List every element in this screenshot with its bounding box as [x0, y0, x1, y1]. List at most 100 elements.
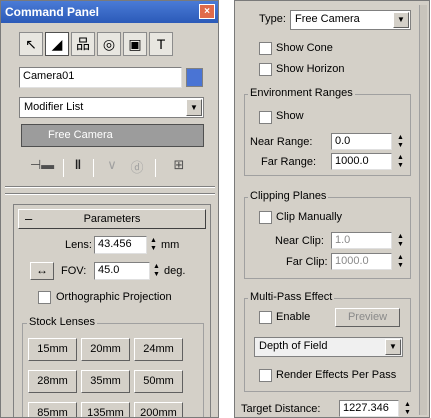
spinner-down-icon[interactable]: ▼	[395, 262, 406, 270]
parameters-title: Parameters	[83, 213, 141, 225]
spinner-down-icon[interactable]: ▼	[402, 409, 413, 417]
modifier-stack-item[interactable]: Free Camera	[21, 124, 204, 147]
spinner-down-icon[interactable]: ▼	[395, 162, 406, 170]
multipass-enable-label: Enable	[276, 311, 311, 323]
camera-type-dropdown[interactable]: Free Camera ▼	[290, 10, 411, 30]
tab-hierarchy[interactable]: 品	[71, 32, 95, 56]
fov-spinner[interactable]: ▲ ▼	[151, 263, 162, 279]
hierarchy-icon: 品	[76, 36, 90, 52]
fov-label: FOV:	[61, 265, 87, 277]
spinner-up-icon[interactable]: ▲	[148, 237, 159, 245]
stock-lens-button[interactable]: 135mm	[81, 402, 130, 417]
spinner-up-icon[interactable]: ▲	[151, 263, 162, 271]
multipass-effect-value: Depth of Field	[259, 340, 328, 352]
scrollbar[interactable]	[419, 5, 427, 415]
spinner-down-icon[interactable]: ▼	[395, 241, 406, 249]
stock-lens-button[interactable]: 15mm	[28, 338, 77, 361]
target-distance-spinner[interactable]: ▲ ▼	[402, 401, 413, 417]
near-range-label: Near Range:	[250, 136, 313, 148]
stock-lenses-group: Stock Lenses 15mm 20mm 24mm 28mm 35mm 50mm 85m…	[22, 316, 204, 417]
fov-input[interactable]: 45.0	[94, 262, 150, 280]
orthographic-checkbox[interactable]	[38, 291, 51, 304]
spinner-up-icon[interactable]: ▲	[402, 401, 413, 409]
tab-motion[interactable]: ◎	[97, 32, 121, 56]
configure-sets-icon[interactable]: ⊞	[169, 157, 189, 179]
clipping-planes-group: Clipping Planes Clip Manually Near Clip:…	[244, 190, 411, 279]
stock-lens-button[interactable]: 200mm	[134, 402, 183, 417]
object-color-swatch[interactable]	[186, 68, 203, 87]
lens-spinner[interactable]: ▲ ▼	[148, 237, 159, 253]
divider	[5, 193, 215, 195]
near-clip-label: Near Clip:	[275, 235, 324, 247]
tab-modify[interactable]: ◢	[45, 32, 69, 56]
lens-input[interactable]: 43.456	[94, 236, 147, 254]
near-clip-input[interactable]: 1.0	[331, 232, 392, 249]
env-show-checkbox[interactable]	[259, 111, 272, 124]
spinner-down-icon[interactable]: ▼	[148, 245, 159, 253]
multipass-enable-checkbox[interactable]	[259, 311, 272, 324]
modifier-list-dropdown[interactable]: Modifier List ▼	[19, 97, 204, 118]
spinner-up-icon[interactable]: ▲	[395, 134, 406, 142]
make-unique-icon[interactable]: ∨	[104, 157, 120, 179]
spinner-up-icon[interactable]: ▲	[395, 254, 406, 262]
parameters-rollout-header[interactable]: – Parameters	[18, 209, 206, 229]
far-clip-spinner[interactable]: ▲ ▼	[395, 254, 406, 270]
show-cone-label: Show Cone	[276, 42, 333, 54]
stock-lens-button[interactable]: 28mm	[28, 370, 77, 393]
toolbar-divider	[155, 159, 156, 177]
stock-lens-button[interactable]: 35mm	[81, 370, 130, 393]
remove-modifier-icon[interactable]: ⓓ	[129, 157, 145, 179]
multi-pass-effect-title: Multi-Pass Effect	[248, 291, 335, 303]
fov-direction-button[interactable]: ↔	[30, 262, 54, 280]
spinner-up-icon[interactable]: ▲	[395, 233, 406, 241]
far-range-label: Far Range:	[261, 156, 317, 168]
panel-title: Command Panel	[5, 5, 100, 19]
multipass-effect-dropdown[interactable]: Depth of Field ▼	[254, 337, 403, 357]
near-range-input[interactable]: 0.0	[331, 133, 392, 150]
clip-manually-checkbox[interactable]	[259, 211, 272, 224]
tab-display[interactable]: ▣	[123, 32, 147, 56]
command-panel: Command Panel × ↖ ◢ 品 ◎ ▣ T Camera01 Modifier…	[0, 0, 219, 418]
spinner-down-icon[interactable]: ▼	[151, 271, 162, 279]
lens-unit: mm	[161, 239, 180, 251]
render-per-pass-checkbox[interactable]	[259, 369, 272, 382]
far-range-input[interactable]: 1000.0	[331, 153, 392, 170]
show-horizon-label: Show Horizon	[276, 63, 345, 75]
stock-lens-button[interactable]: 24mm	[134, 338, 183, 361]
show-horizon-checkbox[interactable]	[259, 63, 272, 76]
spinner-down-icon[interactable]: ▼	[395, 142, 406, 150]
orthographic-label: Orthographic Projection	[56, 291, 172, 303]
show-cone-checkbox[interactable]	[259, 42, 272, 55]
near-clip-spinner[interactable]: ▲ ▼	[395, 233, 406, 249]
close-icon[interactable]: ×	[199, 4, 215, 19]
display-icon: ▣	[128, 35, 142, 52]
create-icon: ↖	[25, 35, 37, 52]
command-tabs: ↖ ◢ 品 ◎ ▣ T	[19, 32, 173, 56]
env-show-label: Show	[276, 110, 304, 122]
show-end-result-icon[interactable]: ‖	[69, 157, 87, 179]
stock-lens-button[interactable]: 85mm	[28, 402, 77, 417]
target-distance-input[interactable]: 1227.346	[339, 400, 399, 417]
clip-manually-label: Clip Manually	[276, 211, 343, 223]
far-clip-label: Far Clip:	[286, 256, 328, 268]
tab-create[interactable]: ↖	[19, 32, 43, 56]
stock-lens-button[interactable]: 50mm	[134, 370, 183, 393]
pin-stack-icon[interactable]: ⊣▬	[29, 157, 55, 179]
type-label: Type:	[259, 13, 286, 25]
tab-utilities[interactable]: T	[149, 32, 173, 56]
object-name-field[interactable]: Camera01	[19, 67, 182, 88]
modify-icon: ◢	[51, 35, 63, 52]
render-per-pass-label: Render Effects Per Pass	[276, 369, 397, 381]
multi-pass-effect-group: Multi-Pass Effect Enable Preview Depth o…	[244, 291, 411, 392]
panel-titlebar: Command Panel ×	[1, 1, 218, 23]
preview-button[interactable]: Preview	[335, 308, 400, 327]
fov-unit: deg.	[164, 265, 186, 277]
far-clip-input[interactable]: 1000.0	[331, 253, 392, 270]
near-range-spinner[interactable]: ▲ ▼	[395, 134, 406, 150]
environment-ranges-title: Environment Ranges	[248, 87, 355, 99]
stock-lens-button[interactable]: 20mm	[81, 338, 130, 361]
spinner-up-icon[interactable]: ▲	[395, 154, 406, 162]
stock-lenses-title: Stock Lenses	[27, 316, 98, 328]
far-range-spinner[interactable]: ▲ ▼	[395, 154, 406, 170]
toolbar-divider	[63, 159, 64, 177]
